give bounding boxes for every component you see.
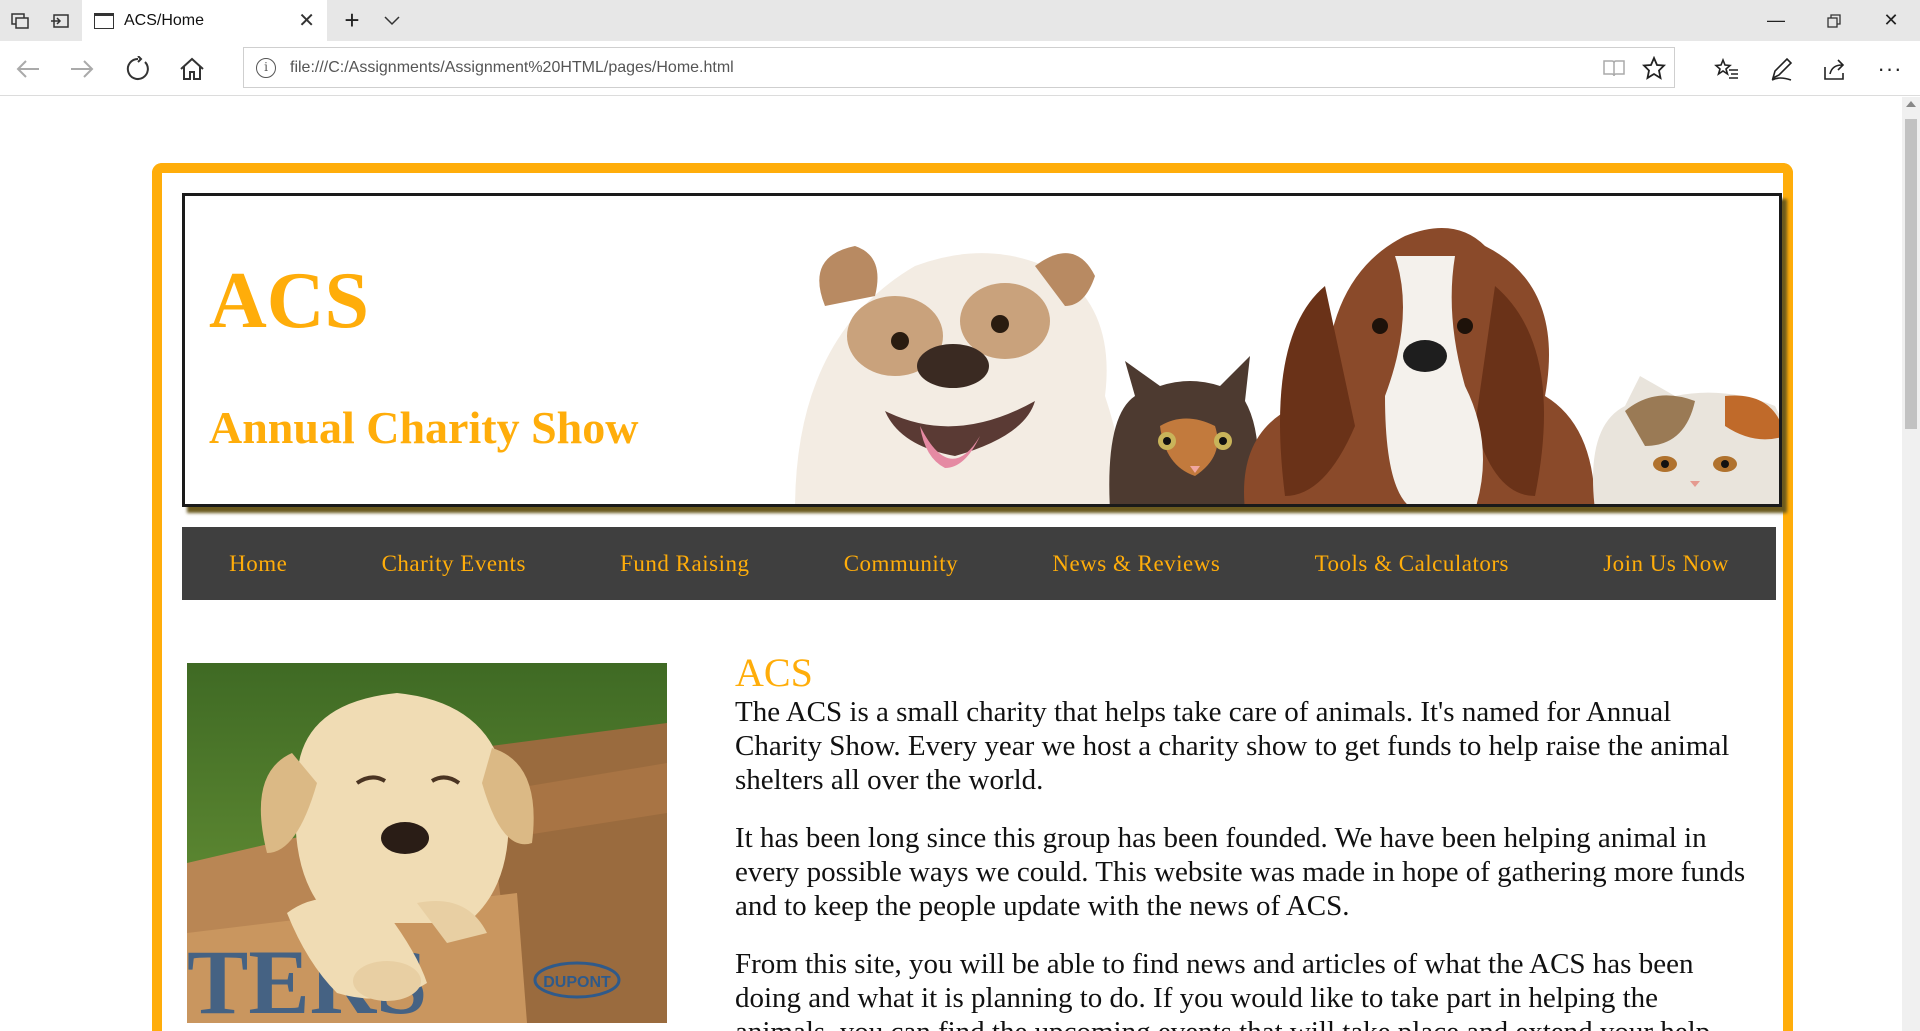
reading-view-icon[interactable] xyxy=(1594,48,1634,88)
page-viewport: ACS Annual Charity Show Home Charity Eve… xyxy=(0,97,1902,1031)
address-bar[interactable]: i file:///C:/Assignments/Assignment%20HT… xyxy=(243,47,1675,88)
forward-icon[interactable] xyxy=(62,49,102,89)
share-icon[interactable] xyxy=(1815,49,1855,89)
basset-hound-illustration xyxy=(1244,228,1595,504)
main-content: ACS The ACS is a small charity that help… xyxy=(735,651,1755,1031)
content-paragraph: It has been long since this group has be… xyxy=(735,822,1746,922)
browser-toolbar: i file:///C:/Assignments/Assignment%20HT… xyxy=(0,41,1920,96)
menu-item-join-us-now[interactable]: Join Us Now xyxy=(1603,551,1729,577)
page-scrollbar[interactable] xyxy=(1902,97,1920,1031)
favorites-hub-icon[interactable] xyxy=(1707,49,1747,89)
menu-item-fund-raising[interactable]: Fund Raising xyxy=(620,551,749,577)
minimize-icon[interactable]: — xyxy=(1747,0,1805,41)
bulldog-illustration xyxy=(795,246,1125,504)
favorite-star-icon[interactable] xyxy=(1634,48,1674,88)
scrollbar-thumb[interactable] xyxy=(1905,119,1917,429)
puppy-in-crate-image: TERS DUPONT xyxy=(187,663,667,1023)
content-paragraph: From this site, you will be able to find… xyxy=(735,948,1718,1031)
content-paragraph: The ACS is a small charity that helps ta… xyxy=(735,696,1730,796)
header-animals-image xyxy=(795,228,1779,504)
kitten-illustration xyxy=(1109,356,1259,504)
tab-manager-icon[interactable] xyxy=(0,0,40,41)
home-icon[interactable] xyxy=(172,49,212,89)
menu-item-charity-events[interactable]: Charity Events xyxy=(382,551,526,577)
refresh-icon[interactable] xyxy=(118,49,158,89)
site-tagline: Annual Charity Show xyxy=(209,402,639,453)
site-logo[interactable]: ACS xyxy=(209,256,369,347)
crate-dupont-logo: DUPONT xyxy=(543,974,611,991)
site-info-icon[interactable]: i xyxy=(256,57,276,78)
close-tab-icon[interactable]: ✕ xyxy=(298,8,315,33)
content-heading: ACS xyxy=(735,650,813,695)
restore-icon[interactable] xyxy=(1805,0,1863,41)
notes-pen-icon[interactable] xyxy=(1762,49,1802,89)
back-icon[interactable] xyxy=(8,49,48,89)
tab-title: ACS/Home xyxy=(124,11,205,29)
menu-item-home[interactable]: Home xyxy=(229,551,287,577)
browser-tab-bar: ACS/Home ✕ + — ✕ xyxy=(0,0,1920,41)
close-window-icon[interactable]: ✕ xyxy=(1862,0,1920,41)
site-header: ACS Annual Charity Show xyxy=(182,193,1782,507)
menu-item-community[interactable]: Community xyxy=(844,551,958,577)
url-text[interactable]: file:///C:/Assignments/Assignment%20HTML… xyxy=(290,59,1594,77)
active-tab[interactable]: ACS/Home ✕ xyxy=(82,0,327,41)
new-tab-icon[interactable]: + xyxy=(332,0,372,41)
tab-preview-chevron-icon[interactable] xyxy=(372,0,412,41)
more-menu-icon[interactable]: ··· xyxy=(1870,49,1910,89)
persian-cat-illustration xyxy=(1593,376,1779,504)
menu-item-news-reviews[interactable]: News & Reviews xyxy=(1052,551,1220,577)
main-menu: Home Charity Events Fund Raising Communi… xyxy=(182,527,1776,600)
set-aside-tabs-icon[interactable] xyxy=(40,0,80,41)
page-icon xyxy=(94,12,114,29)
menu-item-tools-calculators[interactable]: Tools & Calculators xyxy=(1315,551,1509,577)
site-frame: ACS Annual Charity Show Home Charity Eve… xyxy=(152,163,1793,1031)
scroll-up-arrow-icon[interactable] xyxy=(1906,101,1916,107)
